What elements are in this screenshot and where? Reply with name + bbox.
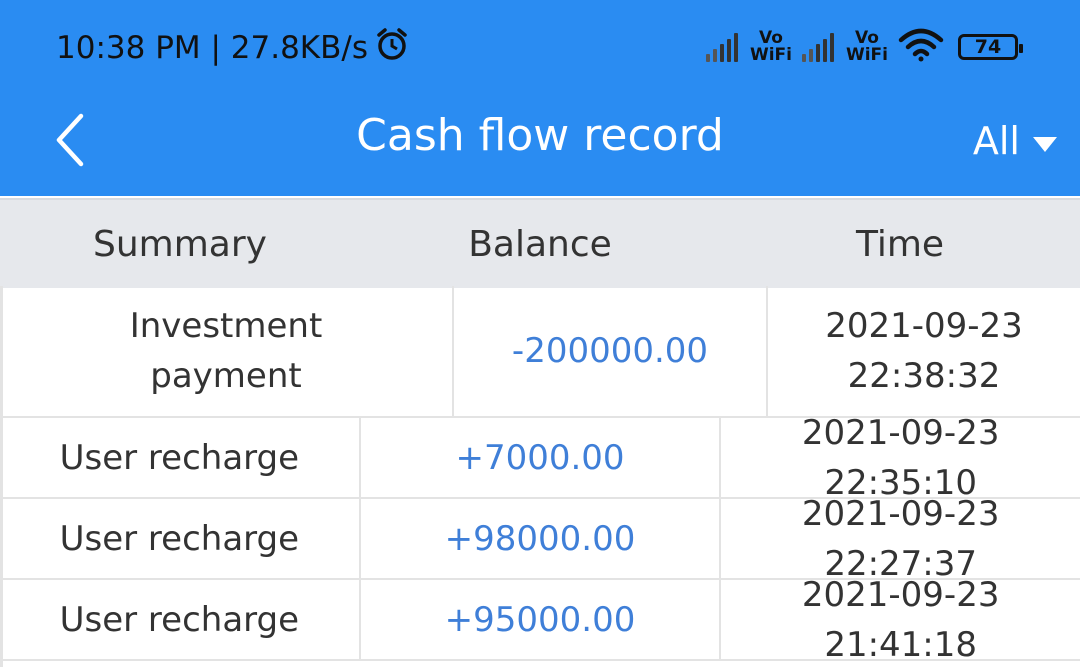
page-title: Cash flow record <box>356 110 724 161</box>
table-row[interactable]: User recharge +98000.00 2021-09-23 22:27… <box>0 494 1080 584</box>
wifi-icon <box>898 28 944 66</box>
vowifi-icon: Vo WiFi <box>846 30 888 64</box>
balance-cell: -200000.00 <box>452 286 766 416</box>
caret-down-icon <box>1032 119 1058 163</box>
vowifi-label-bottom: WiFi <box>845 45 888 65</box>
table-row[interactable]: User recharge +7000.00 2021-09-23 22:35:… <box>0 413 1080 503</box>
signal-strength-icon <box>705 32 738 62</box>
summary-cell: User recharge <box>59 437 300 478</box>
column-header-time: Time <box>855 223 945 265</box>
battery-icon: 74 <box>958 34 1023 60</box>
vowifi-label-bottom: WiFi <box>749 45 792 65</box>
signal-strength-icon <box>801 32 834 62</box>
filter-dropdown[interactable]: All <box>973 116 1058 166</box>
balance-cell: +98000.00 <box>358 499 720 578</box>
time-cell: 2021-09-23 22:35:10 <box>719 413 1080 503</box>
cash-flow-table: Investment payment -200000.00 2021-09-23… <box>0 286 1080 665</box>
status-left: 10:38 PM | 27.8KB/s <box>56 26 410 70</box>
balance-cell: +95000.00 <box>358 580 720 659</box>
summary-cell: Investment payment <box>129 306 323 396</box>
nav-bar: Cash flow record All <box>0 92 1080 196</box>
time-cell: 2021-09-23 21:41:18 <box>719 575 1080 665</box>
alarm-icon <box>374 26 410 70</box>
table-header: Summary Balance Time <box>0 198 1080 288</box>
summary-cell: User recharge <box>59 599 300 640</box>
balance-cell: +7000.00 <box>358 418 720 497</box>
table-row[interactable]: Investment payment -200000.00 2021-09-23… <box>0 286 1080 418</box>
time-cell: 2021-09-23 22:27:37 <box>719 494 1080 584</box>
status-time-speed: 10:38 PM | 27.8KB/s <box>56 30 368 66</box>
status-bar: 10:38 PM | 27.8KB/s Vo WiFi Vo WiFi 74 <box>0 0 1080 92</box>
time-cell: 2021-09-23 22:38:32 <box>766 286 1080 416</box>
column-header-balance: Balance <box>468 223 612 265</box>
table-row[interactable]: User recharge +95000.00 2021-09-23 21:41… <box>0 575 1080 665</box>
vowifi-icon: Vo WiFi <box>750 30 792 64</box>
summary-cell: User recharge <box>59 518 300 559</box>
column-header-summary: Summary <box>93 223 267 265</box>
status-icons: Vo WiFi Vo WiFi 74 <box>705 26 1023 68</box>
app-header: 10:38 PM | 27.8KB/s Vo WiFi Vo WiFi 74 C… <box>0 0 1080 196</box>
battery-level: 74 <box>974 36 1002 58</box>
filter-label: All <box>972 119 1020 163</box>
